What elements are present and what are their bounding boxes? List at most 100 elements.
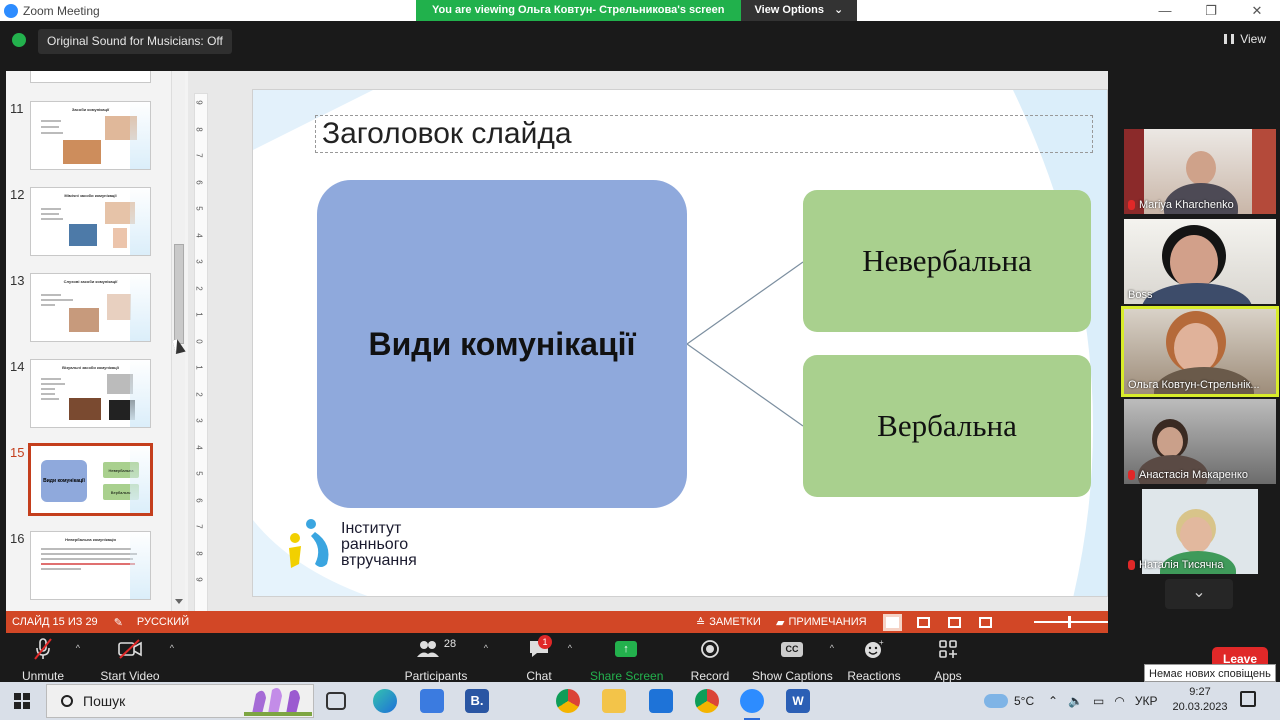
language-indicator[interactable]: РУССКИЙ bbox=[137, 616, 189, 628]
scrollbar-thumb[interactable] bbox=[174, 244, 184, 344]
participant-tile[interactable]: Mariya Kharchenko bbox=[1124, 129, 1276, 214]
gallery-next-button[interactable]: ⌄ bbox=[1165, 579, 1233, 609]
slide-thumbnail-selected[interactable]: Види комунікації Невербальна Вербальна bbox=[28, 443, 153, 516]
participant-tile[interactable]: Анастасія Макаренко bbox=[1124, 399, 1276, 484]
participants-button[interactable]: 28 Participants ^ bbox=[404, 637, 488, 683]
cloud-icon bbox=[984, 694, 1008, 708]
captions-caret[interactable]: ^ bbox=[830, 643, 834, 653]
participant-name: Boss bbox=[1128, 289, 1153, 301]
crocus-decoration-icon bbox=[244, 688, 312, 716]
slide-thumbnail-10[interactable] bbox=[30, 71, 151, 83]
share-screen-button[interactable]: ↑ Share Screen bbox=[590, 637, 663, 683]
wifi-icon[interactable]: ◠ bbox=[1114, 694, 1124, 708]
slide-thumbnail[interactable]: Слухові засоби комунікації bbox=[30, 273, 151, 342]
volume-icon[interactable]: 🔈 bbox=[1068, 694, 1083, 708]
store-icon[interactable] bbox=[420, 689, 444, 713]
slide-title-placeholder[interactable]: Заголовок слайда bbox=[315, 115, 1093, 153]
unmute-button[interactable]: Unmute ^ bbox=[20, 637, 80, 683]
powerpoint-status-bar: СЛАЙД 15 ИЗ 29 ✎ РУССКИЙ ≙ ЗАМЕТКИ ▰ ПРИМЕ… bbox=[6, 611, 1108, 633]
main-concept-box[interactable]: Види комунікації bbox=[317, 180, 687, 508]
view-options-label: View Options bbox=[754, 4, 824, 16]
keyboard-language[interactable]: УКР bbox=[1135, 694, 1158, 708]
audio-options-caret[interactable]: ^ bbox=[76, 643, 80, 653]
file-explorer-icon[interactable] bbox=[602, 689, 626, 713]
word-icon[interactable]: W bbox=[786, 689, 810, 713]
ruler-label: 6 bbox=[194, 497, 204, 503]
ruler-label: 5 bbox=[194, 206, 204, 211]
slide-thumbnail[interactable]: Засоби комунікації bbox=[30, 101, 151, 170]
restore-button[interactable]: ❐ bbox=[1188, 0, 1234, 21]
task-view-icon[interactable] bbox=[326, 692, 346, 710]
windows-taskbar: Пошук B. W 5°C ⌃ 🔈 ▭ ◠ УКР 9:27 20.03.20… bbox=[0, 682, 1280, 720]
shield-icon[interactable] bbox=[12, 33, 26, 47]
slide-thumbnail[interactable]: Мімічні засоби комунікації bbox=[30, 187, 151, 256]
battery-icon[interactable]: ▭ bbox=[1093, 694, 1104, 708]
participant-tile[interactable]: Boss bbox=[1124, 219, 1276, 304]
ruler-label: 6 bbox=[194, 179, 204, 185]
nonverbal-box[interactable]: Невербальна bbox=[803, 190, 1091, 332]
show-captions-button[interactable]: CC Show Captions ^ bbox=[752, 637, 834, 683]
ruler-label: 3 bbox=[194, 418, 204, 423]
view-options-button[interactable]: View Options ⌄ bbox=[740, 0, 858, 21]
temperature: 5°C bbox=[1014, 694, 1035, 708]
verbal-box[interactable]: Вербальна bbox=[803, 355, 1091, 497]
comments-button[interactable]: ▰ ПРИМЕЧАНИЯ bbox=[776, 616, 867, 629]
zoom-taskbar-icon[interactable] bbox=[740, 689, 764, 720]
taskbar-clock[interactable]: 9:27 20.03.2023 bbox=[1170, 685, 1230, 715]
avatar bbox=[1174, 323, 1218, 373]
close-button[interactable]: ✕ bbox=[1234, 0, 1280, 21]
slide-sorter-icon[interactable] bbox=[917, 616, 930, 628]
slide-thumbnail[interactable]: Невербальна комунікація bbox=[30, 531, 151, 600]
ruler-label: 7 bbox=[194, 524, 204, 529]
ruler-label: 2 bbox=[194, 285, 204, 291]
minimize-button[interactable]: — bbox=[1142, 0, 1188, 21]
vk-app-icon[interactable]: B. bbox=[465, 689, 489, 713]
avatar bbox=[1186, 151, 1216, 185]
tray-chevron-icon[interactable]: ⌃ bbox=[1048, 694, 1058, 708]
chat-button[interactable]: 1 Chat ^ bbox=[520, 635, 572, 683]
slide-counter: СЛАЙД 15 ИЗ 29 bbox=[12, 616, 98, 628]
reactions-button[interactable]: + Reactions bbox=[846, 637, 902, 683]
start-video-button[interactable]: Start Video ^ bbox=[100, 637, 174, 683]
windows-start-icon[interactable] bbox=[14, 693, 30, 709]
participant-tile-active-speaker[interactable]: Ольга Ковтун-Стрельнік... bbox=[1121, 306, 1279, 397]
view-label: View bbox=[1240, 32, 1266, 46]
reading-view-icon[interactable] bbox=[948, 616, 961, 628]
edge-browser-icon[interactable] bbox=[373, 689, 397, 713]
participant-name: Ольга Ковтун-Стрельнік... bbox=[1128, 379, 1260, 391]
scroll-down-arrow-icon[interactable] bbox=[175, 599, 183, 604]
record-button[interactable]: Record bbox=[688, 637, 732, 683]
thumbnail-photo bbox=[69, 224, 97, 246]
view-button[interactable]: View bbox=[1224, 32, 1266, 46]
grid-icon bbox=[1224, 34, 1235, 44]
weather-widget[interactable]: 5°C bbox=[984, 682, 1034, 720]
participants-caret[interactable]: ^ bbox=[484, 643, 488, 653]
participant-tile[interactable]: Наталія Тисячна bbox=[1124, 489, 1276, 574]
normal-view-icon[interactable] bbox=[886, 616, 899, 628]
slide-number: 15 bbox=[10, 445, 25, 460]
notification-center-icon[interactable] bbox=[1240, 691, 1256, 707]
video-options-caret[interactable]: ^ bbox=[170, 643, 174, 653]
notes-icon: ≙ bbox=[696, 616, 706, 629]
slide-thumbnail[interactable]: Візуальні засоби комунікації bbox=[30, 359, 151, 428]
slideshow-icon[interactable] bbox=[979, 616, 992, 628]
mail-icon[interactable] bbox=[649, 689, 673, 713]
chevron-down-icon: ⌄ bbox=[833, 4, 844, 16]
zoom-slider[interactable] bbox=[1034, 616, 1108, 628]
original-sound-button[interactable]: Original Sound for Musicians: Off bbox=[38, 29, 232, 54]
chrome-profile-icon[interactable] bbox=[695, 689, 719, 713]
participant-name: Анастасія Макаренко bbox=[1128, 469, 1248, 481]
participant-name: Наталія Тисячна bbox=[1128, 559, 1224, 571]
avatar bbox=[1157, 427, 1183, 457]
mic-muted-icon bbox=[1128, 470, 1135, 480]
notes-button[interactable]: ≙ ЗАМЕТКИ bbox=[696, 616, 761, 629]
window-controls: — ❐ ✕ bbox=[1142, 0, 1280, 21]
chat-caret[interactable]: ^ bbox=[568, 643, 572, 653]
zoom-slider-handle[interactable] bbox=[1068, 616, 1071, 628]
comment-icon: ▰ bbox=[776, 616, 785, 629]
chrome-icon[interactable] bbox=[556, 689, 580, 713]
spellcheck-icon[interactable]: ✎ bbox=[114, 616, 123, 629]
thumbnail-photo bbox=[107, 294, 131, 320]
meeting-toolbar: Unmute ^ Start Video ^ 28 Participants ^… bbox=[0, 633, 1280, 683]
apps-button[interactable]: Apps bbox=[930, 637, 966, 683]
